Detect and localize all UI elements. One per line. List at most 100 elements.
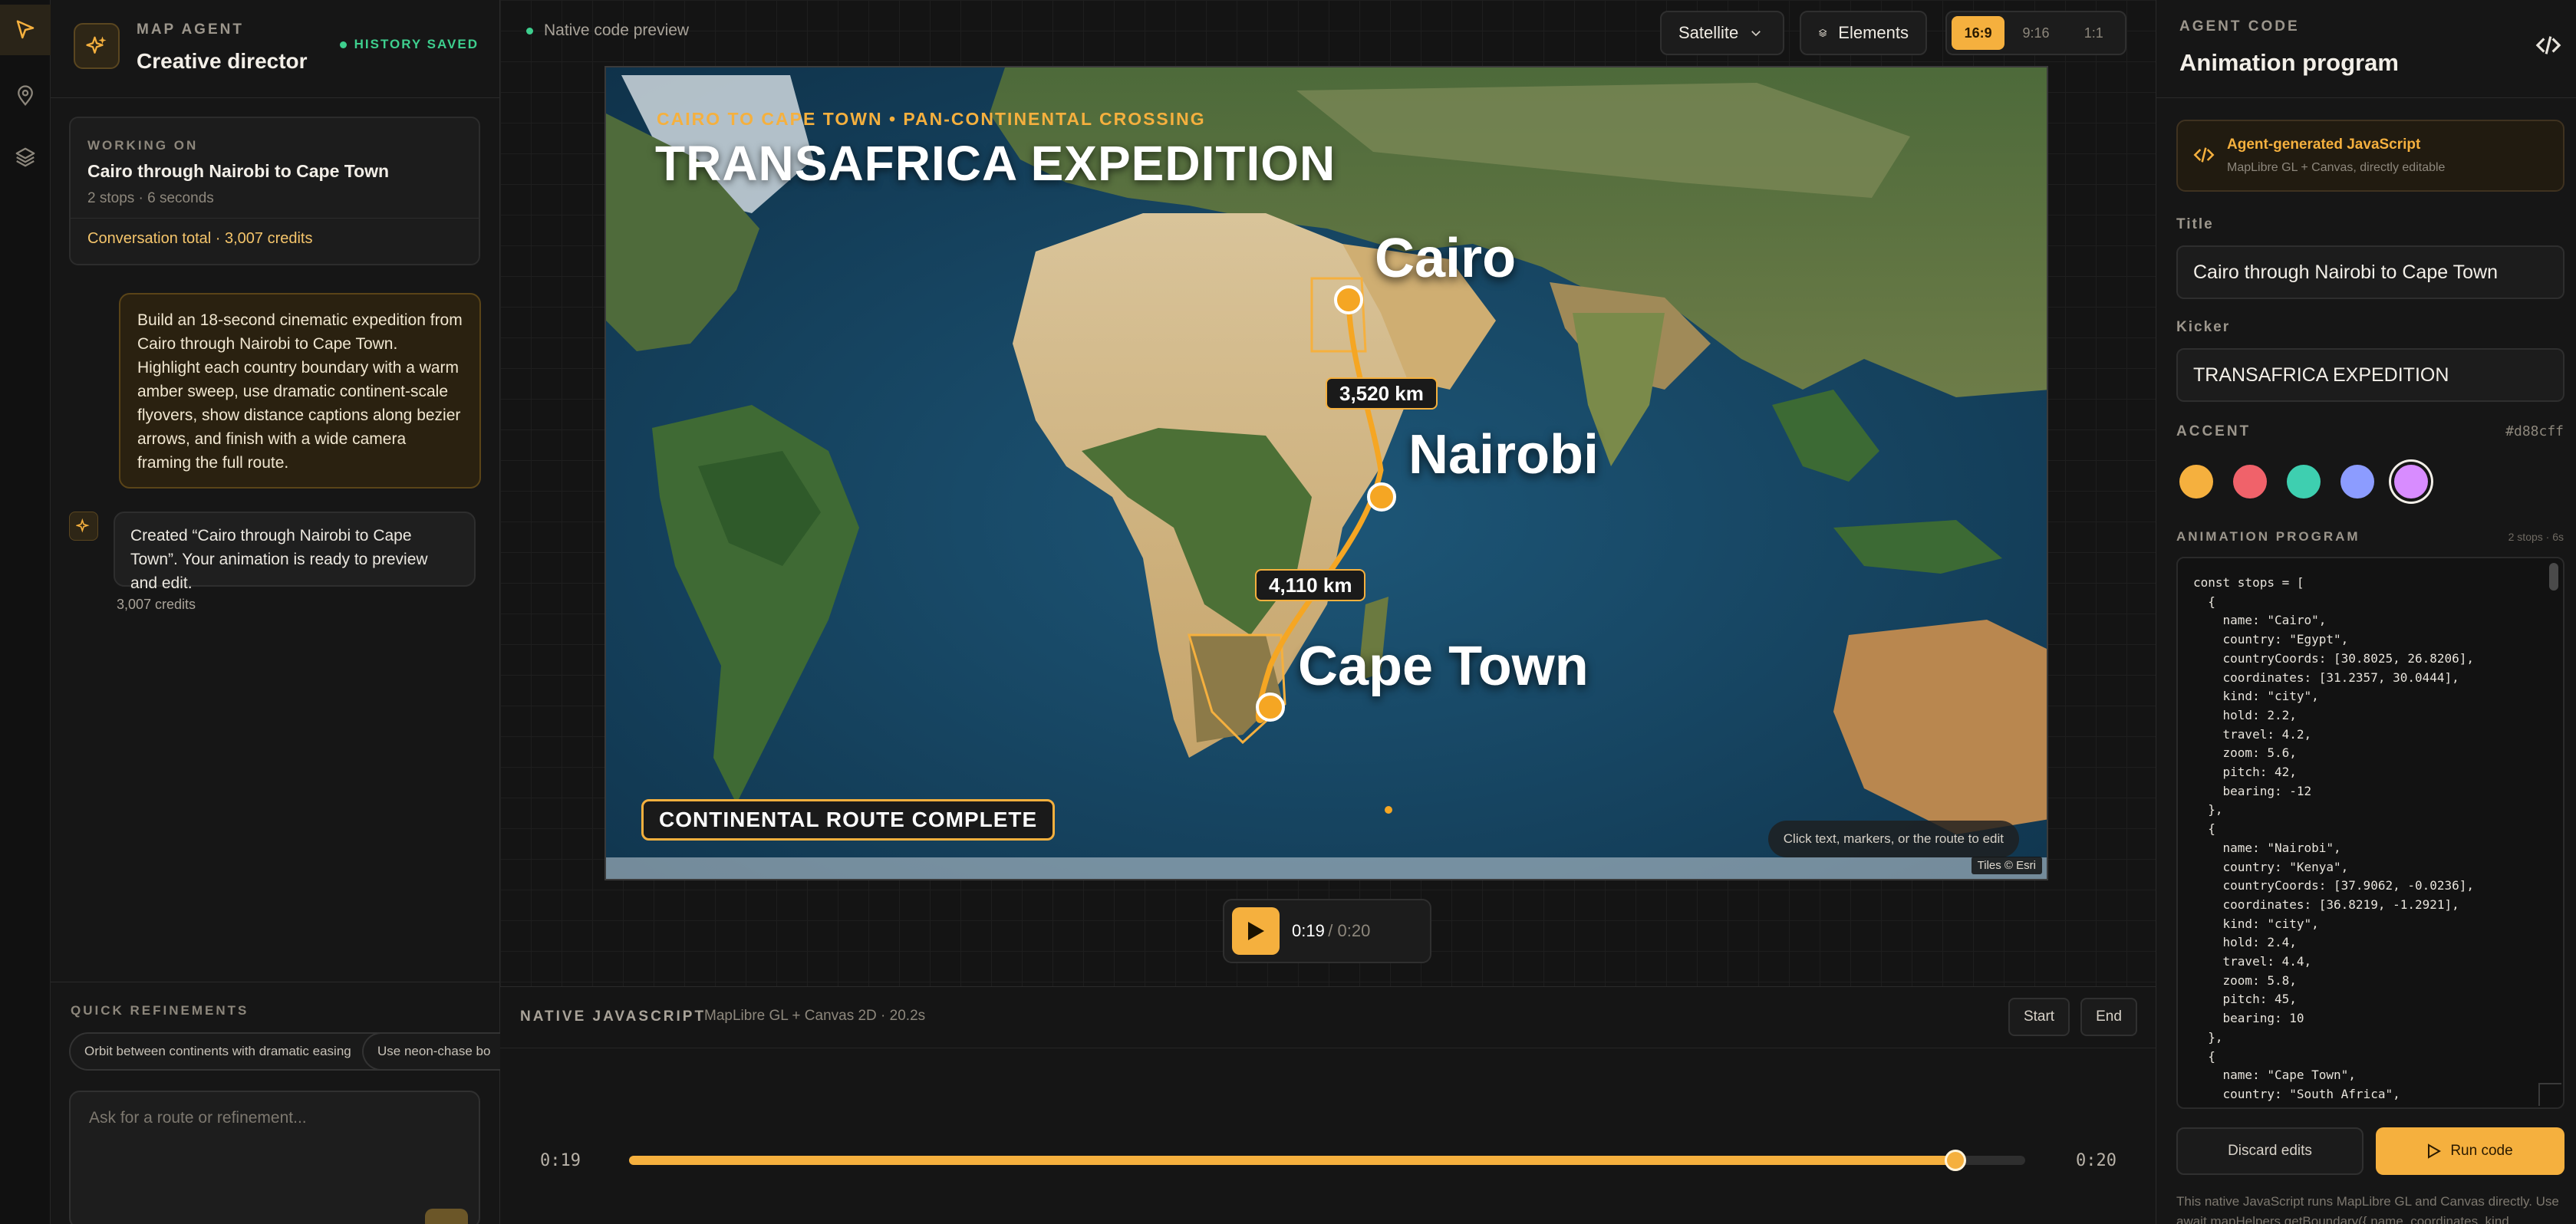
refinements-label: QUICK REFINEMENTS <box>71 1003 249 1018</box>
map-kicker[interactable]: CAIRO TO CAPE TOWN • PAN-CONTINENTAL CRO… <box>657 109 1206 130</box>
elements-label: Elements <box>1838 23 1909 42</box>
accent-swatch-coral[interactable] <box>2233 465 2267 498</box>
code-title: Animation program <box>2179 49 2399 76</box>
timeline-current-time: 0:19 <box>540 1151 581 1170</box>
title-field-label: Title <box>2176 216 2214 232</box>
current-time: 0:19 <box>1292 921 1325 940</box>
live-dot <box>526 27 533 35</box>
run-code-button[interactable]: Run code <box>2376 1127 2564 1175</box>
refinement-chip[interactable]: Orbit between continents with dramatic e… <box>69 1032 404 1071</box>
cursor-icon <box>16 20 35 39</box>
distance-label[interactable]: 3,520 km <box>1326 377 1438 410</box>
agent-code-panel: AGENT CODE Animation program Agent-gener… <box>2156 0 2576 1224</box>
start-button[interactable]: Start <box>2008 998 2070 1036</box>
marker-cairo[interactable] <box>1334 285 1363 314</box>
kicker-field-label: Kicker <box>2176 319 2231 335</box>
working-on-meta: 2 stops · 6 seconds <box>87 190 214 206</box>
discard-edits-button[interactable]: Discard edits <box>2176 1127 2364 1175</box>
conversation-total: Conversation total · 3,007 credits <box>87 230 313 247</box>
generated-js-card: Agent-generated JavaScript MapLibre GL +… <box>2176 120 2564 192</box>
agent-logo <box>74 23 120 69</box>
editor-scrollbar[interactable] <box>2549 563 2558 591</box>
status-text: HISTORY SAVED <box>354 37 479 51</box>
play-icon <box>1248 922 1264 940</box>
accent-swatch-teal[interactable] <box>2287 465 2321 498</box>
cursor-tool-button[interactable] <box>0 5 51 55</box>
city-label-nairobi[interactable]: Nairobi <box>1408 423 1599 486</box>
code-kicker: AGENT CODE <box>2179 18 2300 35</box>
status-dot <box>339 41 347 48</box>
gen-card-subtitle: MapLibre GL + Canvas, directly editable <box>2227 161 2446 174</box>
basemap-value: Satellite <box>1678 23 1739 42</box>
resize-handle[interactable] <box>2538 1083 2561 1106</box>
distance-label[interactable]: 4,110 km <box>1255 569 1366 601</box>
timeline-title: NATIVE JAVASCRIPT <box>520 1008 707 1025</box>
map-pin-icon <box>18 85 33 107</box>
city-label-cape-town[interactable]: Cape Town <box>1298 635 1589 698</box>
timeline-subtitle: MapLibre GL + Canvas 2D · 20.2s <box>704 1008 926 1024</box>
chat-header: MAP AGENT Creative director HISTORY SAVE… <box>51 0 500 98</box>
layers-tool-button[interactable] <box>0 132 51 183</box>
chat-title: Creative director <box>137 49 308 73</box>
prompt-input[interactable]: Ask for a route or refinement... <box>69 1091 480 1224</box>
sparkle-icon <box>76 518 90 533</box>
accent-swatch-periwinkle[interactable] <box>2340 465 2374 498</box>
ratio-16-9[interactable]: 16:9 <box>1952 16 2005 50</box>
agent-credits: 3,007 credits <box>117 597 196 612</box>
preview-stage: Native code preview Satellite Elements 1… <box>500 0 2156 986</box>
code-editor[interactable]: const stops = [ { name: "Cairo", country… <box>2176 557 2564 1109</box>
map-title[interactable]: TRANSAFRICA EXPEDITION <box>655 135 1336 192</box>
title-input[interactable]: Cairo through Nairobi to Cape Town <box>2176 245 2564 299</box>
agent-avatar <box>69 512 98 541</box>
map-canvas[interactable]: CAIRO TO CAPE TOWN • PAN-CONTINENTAL CRO… <box>604 66 2048 880</box>
total-time: 0:20 <box>1337 921 1371 940</box>
refinement-chip[interactable]: Use neon-chase bo <box>362 1032 500 1071</box>
basemap-select[interactable]: Satellite <box>1660 11 1784 55</box>
kicker-input[interactable]: TRANSAFRICA EXPEDITION <box>2176 348 2564 402</box>
route-caption[interactable]: CONTINENTAL ROUTE COMPLETE <box>641 799 1056 841</box>
timeline-header: NATIVE JAVASCRIPT MapLibre GL + Canvas 2… <box>500 987 2156 1048</box>
timeline-track[interactable] <box>629 1150 2025 1171</box>
timeline-total-time: 0:20 <box>2076 1151 2116 1170</box>
ratio-1-1[interactable]: 1:1 <box>2067 16 2120 50</box>
chat-panel: MAP AGENT Creative director HISTORY SAVE… <box>51 0 500 1224</box>
accent-swatch-amber[interactable] <box>2179 465 2213 498</box>
program-meta: 2 stops · 6s <box>2508 531 2564 543</box>
code-icon[interactable] <box>2535 32 2561 58</box>
layers-icon <box>15 147 35 167</box>
quick-refinements: QUICK REFINEMENTS Orbit between continen… <box>51 982 500 1224</box>
map-attribution: Tiles © Esri <box>1971 857 2042 874</box>
timeline-progress <box>629 1156 1955 1165</box>
layers-icon <box>1819 28 1827 38</box>
marker-cape-town[interactable] <box>1256 693 1285 722</box>
preview-label: Native code preview <box>526 21 689 40</box>
accent-value: #d88cff <box>2505 423 2564 439</box>
working-on-title: Cairo through Nairobi to Cape Town <box>87 161 390 181</box>
code-header: AGENT CODE Animation program <box>2156 0 2576 98</box>
working-on-card[interactable]: WORKING ON Cairo through Nairobi to Cape… <box>69 117 480 265</box>
code-footnote: This native JavaScript runs MapLibre GL … <box>2176 1194 2559 1224</box>
run-code-label: Run code <box>2450 1143 2513 1159</box>
preview-label-text: Native code preview <box>544 21 690 39</box>
timeline-scrubber[interactable] <box>1945 1150 1966 1171</box>
elements-button[interactable]: Elements <box>1800 11 1927 55</box>
timeline-panel: NATIVE JAVASCRIPT MapLibre GL + Canvas 2… <box>500 986 2156 1224</box>
send-button[interactable] <box>425 1209 468 1224</box>
accent-label: ACCENT <box>2176 423 2252 439</box>
marker-nairobi[interactable] <box>1367 482 1396 512</box>
ratio-9-16[interactable]: 9:16 <box>2009 16 2062 50</box>
chat-kicker: MAP AGENT <box>137 21 244 38</box>
play-button[interactable] <box>1232 907 1280 955</box>
agent-message-bubble: Created “Cairo through Nairobi to Cape T… <box>114 512 476 592</box>
chevron-down-icon <box>1751 31 1761 37</box>
end-button[interactable]: End <box>2080 998 2137 1036</box>
edit-hint: Click text, markers, or the route to edi… <box>1767 821 2019 857</box>
code-icon <box>2193 147 2215 163</box>
history-saved-status: HISTORY SAVED <box>339 37 479 52</box>
map-pin-tool-button[interactable] <box>0 71 51 121</box>
accent-swatch-violet[interactable] <box>2394 465 2428 498</box>
tool-rail <box>0 0 51 1224</box>
player-controls: 0:19 / 0:20 <box>1223 899 1431 963</box>
code-text[interactable]: const stops = [ { name: "Cairo", country… <box>2193 574 2474 1104</box>
city-label-cairo[interactable]: Cairo <box>1375 227 1516 290</box>
